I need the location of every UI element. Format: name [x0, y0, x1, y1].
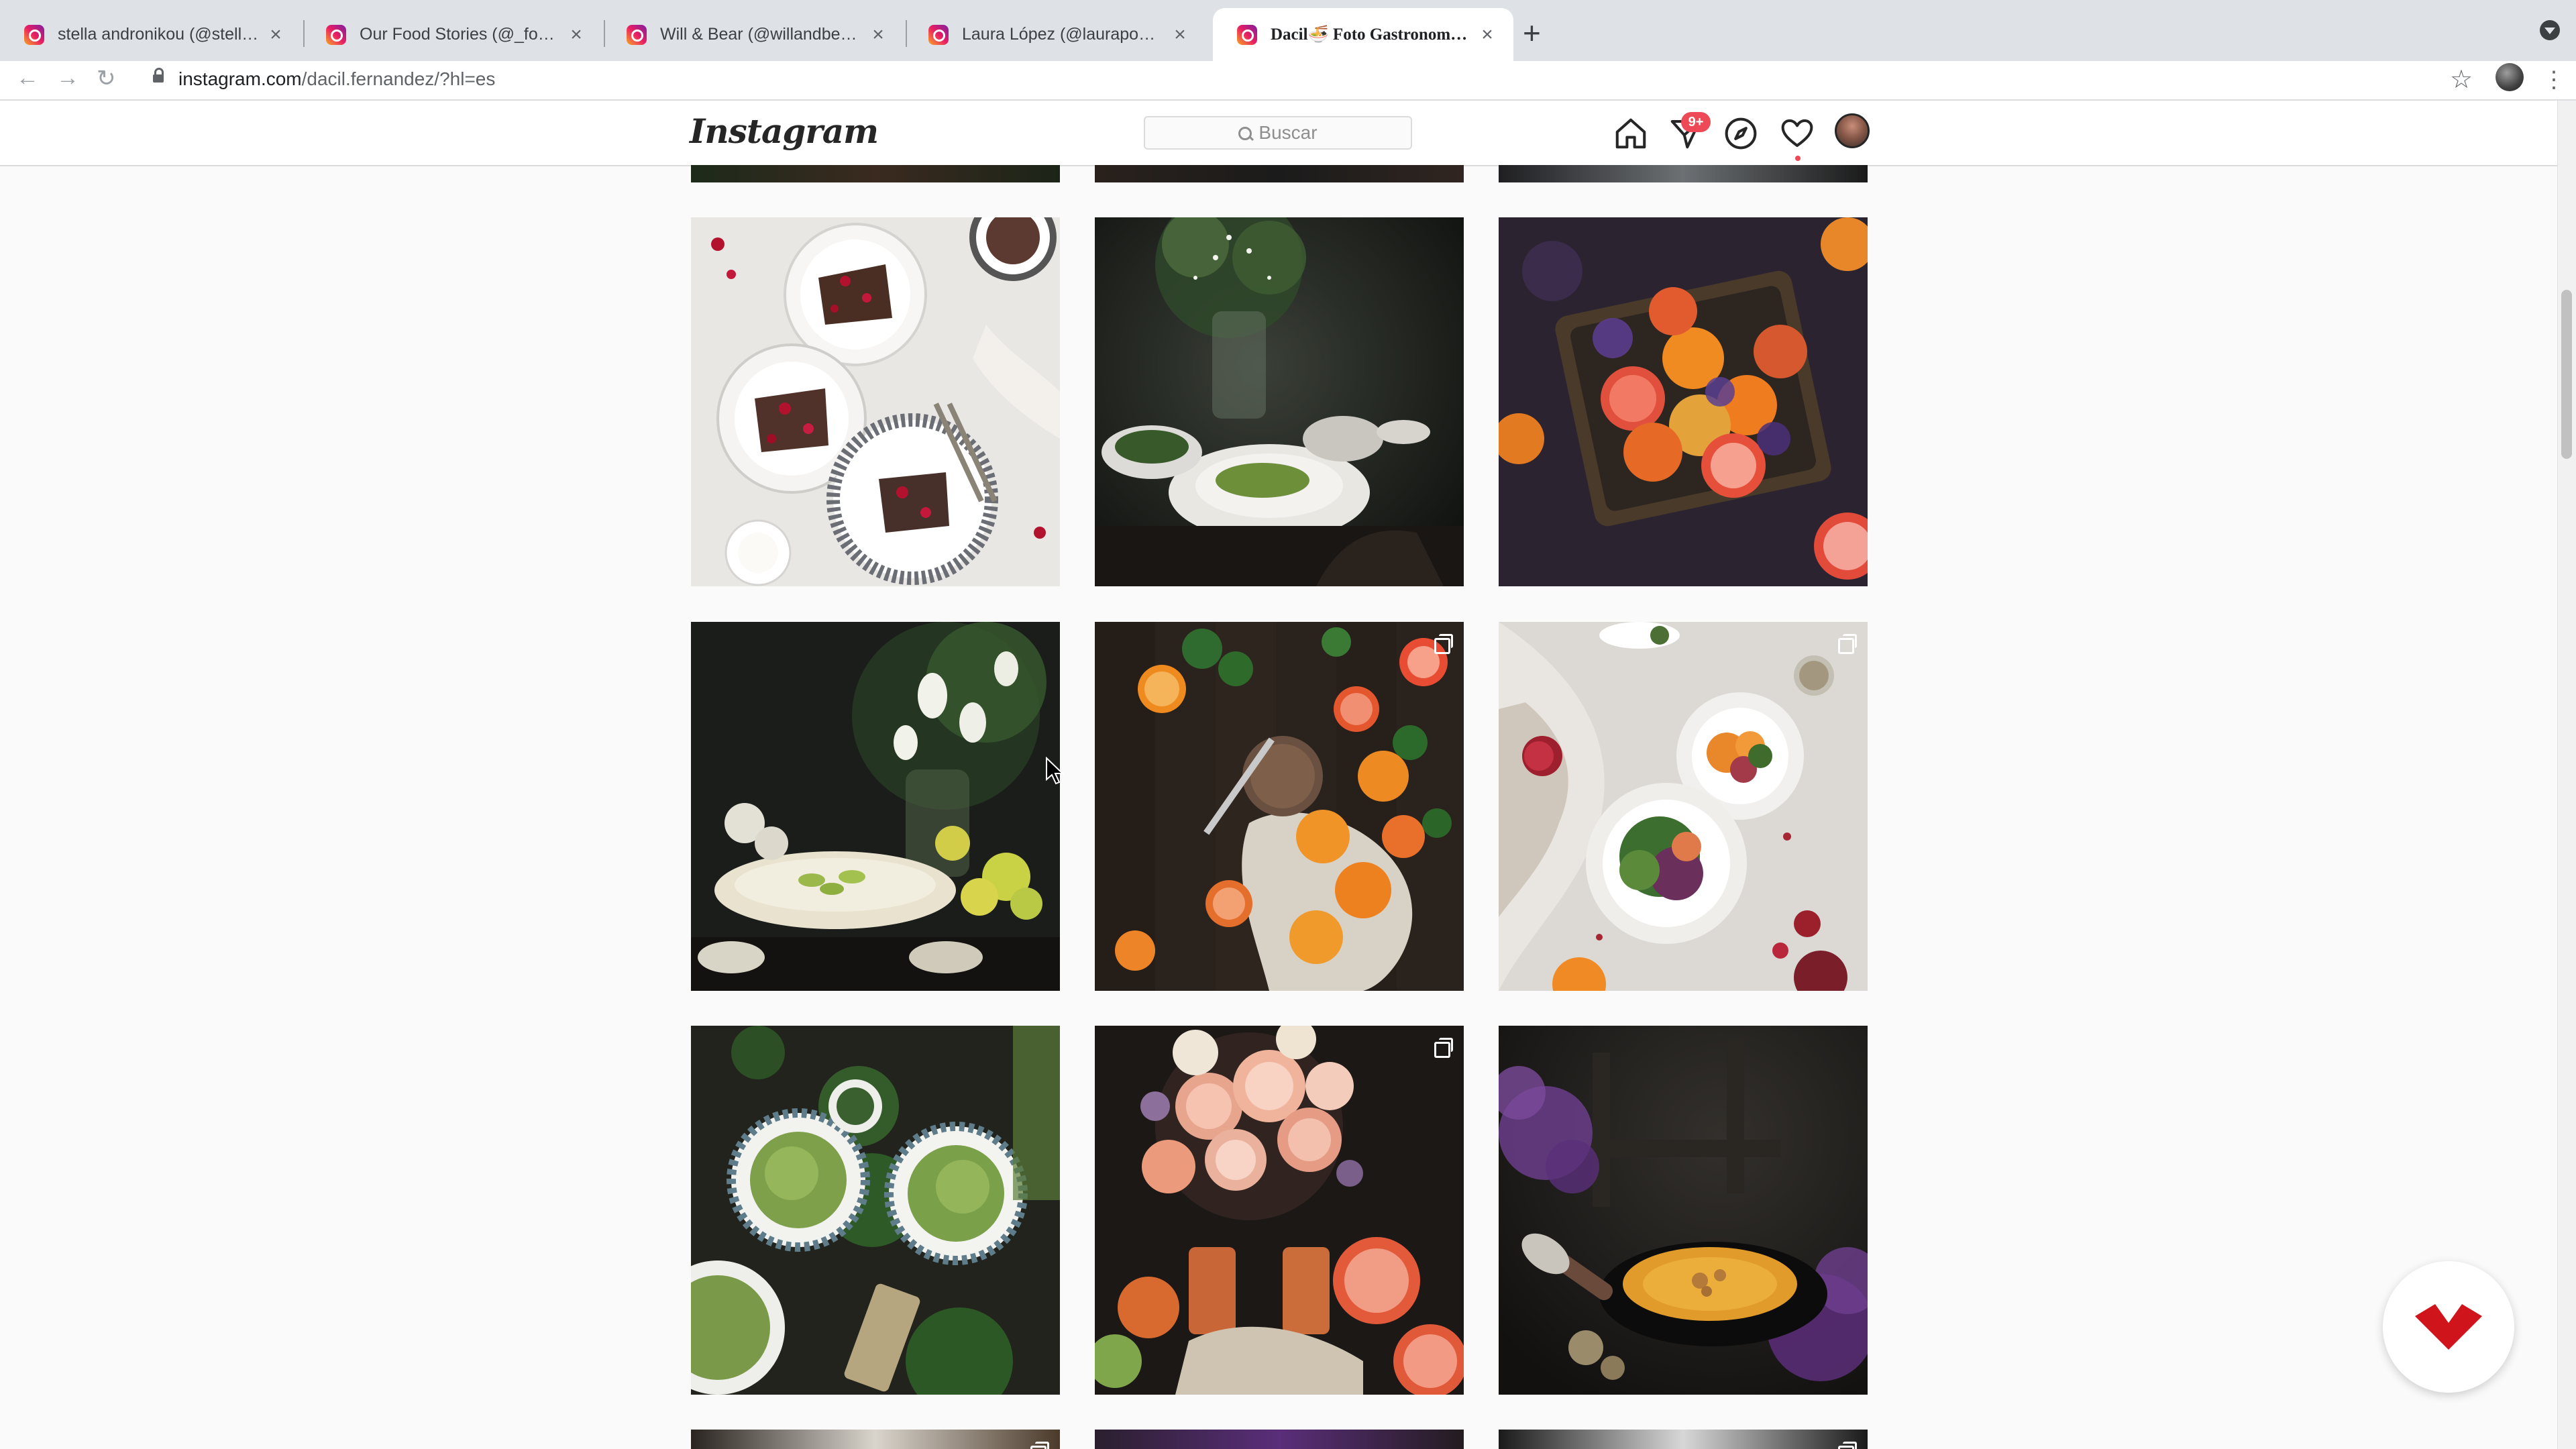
search-input[interactable]: Buscar — [1144, 116, 1412, 150]
browser-menu-icon[interactable]: ⋮ — [2542, 66, 2565, 93]
mouse-cursor-icon — [1046, 757, 1065, 785]
instagram-favicon-icon — [24, 24, 44, 45]
instagram-logo[interactable]: Instagram — [690, 111, 879, 151]
multiple-photos-icon — [1434, 634, 1453, 654]
browser-tab-strip: stella andronikou (@stellaandronikou) × … — [0, 0, 2576, 61]
tab-title: Laura López (@laurapontsi) • Fotos — [962, 25, 1163, 44]
close-tab-icon[interactable]: × — [266, 23, 286, 46]
post-image — [691, 217, 1060, 586]
back-arrow-icon[interactable]: ← — [16, 65, 39, 91]
brand-logo-icon — [2415, 1304, 2482, 1350]
activity-dot — [1795, 156, 1801, 161]
post-image — [1499, 622, 1868, 991]
forward-arrow-icon[interactable]: → — [56, 65, 79, 91]
instagram-favicon-icon — [627, 24, 647, 45]
bookmark-star-icon[interactable]: ☆ — [2450, 64, 2473, 95]
grid-post-partial[interactable] — [1095, 1430, 1464, 1449]
grid-post-5[interactable] — [1095, 622, 1464, 991]
lock-icon — [153, 68, 164, 83]
browser-tab-4[interactable]: Laura López (@laurapontsi) • Fotos × — [904, 8, 1206, 61]
tab-title: Will & Bear (@willandbear) • Fotos — [660, 25, 861, 44]
close-tab-icon[interactable]: × — [1170, 23, 1190, 46]
address-bar[interactable]: instagram.com/dacil.fernandez/?hl=es — [178, 68, 495, 90]
grid-post-partial[interactable] — [1499, 1430, 1868, 1449]
grid-post-partial[interactable] — [691, 165, 1060, 182]
grid-post-partial[interactable] — [1095, 165, 1464, 182]
grid-post-9[interactable] — [1499, 1026, 1868, 1395]
new-tab-button[interactable]: + — [1523, 15, 1541, 51]
tab-title: stella andronikou (@stellaandronikou) — [58, 25, 259, 44]
multiple-photos-icon — [1434, 1038, 1453, 1058]
browser-profile-avatar[interactable] — [2496, 63, 2524, 91]
grid-post-3[interactable] — [1499, 217, 1868, 586]
grid-post-partial[interactable] — [1499, 165, 1868, 182]
post-image — [1095, 622, 1464, 991]
tab-title: Dacil🍜 Foto Gastronomica (@dacil.fernand… — [1271, 25, 1470, 44]
search-placeholder: Buscar — [1258, 122, 1318, 143]
url-path: /dacil.fernandez/?hl=es — [301, 68, 496, 89]
post-image — [1095, 217, 1464, 586]
search-icon — [1238, 127, 1252, 140]
multiple-photos-icon — [1838, 634, 1857, 654]
post-image — [1499, 1026, 1868, 1395]
grid-post-6[interactable] — [1499, 622, 1868, 991]
explore-compass-icon[interactable] — [1723, 115, 1759, 152]
tab-title: Our Food Stories (@_foodstories_) — [360, 25, 559, 44]
instagram-header: Instagram Buscar 9+ — [0, 101, 2557, 166]
profile-avatar[interactable] — [1835, 113, 1870, 148]
home-icon[interactable] — [1613, 115, 1649, 152]
browser-tab-2[interactable]: Our Food Stories (@_foodstories_) × — [302, 8, 602, 61]
grid-post-1[interactable] — [691, 217, 1060, 586]
browser-tab-1[interactable]: stella andronikou (@stellaandronikou) × — [0, 8, 302, 61]
instagram-favicon-icon — [928, 24, 949, 45]
grid-post-partial[interactable] — [691, 1430, 1060, 1449]
close-tab-icon[interactable]: × — [868, 23, 888, 46]
post-image — [691, 622, 1060, 991]
reload-icon[interactable]: ↻ — [97, 65, 116, 92]
floating-extension-button[interactable] — [2383, 1261, 2514, 1393]
notification-badge: 9+ — [1681, 112, 1711, 132]
url-host: instagram.com — [178, 68, 302, 89]
activity-heart-icon[interactable] — [1779, 115, 1815, 152]
browser-toolbar: ← → ↻ instagram.com/dacil.fernandez/?hl=… — [0, 61, 2576, 101]
post-image — [691, 1026, 1060, 1395]
grid-post-8[interactable] — [1095, 1026, 1464, 1395]
multiple-photos-icon — [1030, 1442, 1049, 1449]
close-tab-icon[interactable]: × — [1477, 23, 1497, 46]
post-image — [1095, 1026, 1464, 1395]
multiple-photos-icon — [1838, 1442, 1857, 1449]
close-tab-icon[interactable]: × — [566, 23, 586, 46]
post-image — [1499, 217, 1868, 586]
grid-post-4[interactable] — [691, 622, 1060, 991]
grid-post-7[interactable] — [691, 1026, 1060, 1395]
scrollbar-thumb[interactable] — [2561, 290, 2572, 459]
instagram-favicon-icon — [326, 24, 346, 45]
browser-tab-3[interactable]: Will & Bear (@willandbear) • Fotos × — [602, 8, 904, 61]
chevron-down-icon — [2544, 28, 2555, 34]
grid-post-2[interactable] — [1095, 217, 1464, 586]
browser-tab-5-active[interactable]: Dacil🍜 Foto Gastronomica (@dacil.fernand… — [1213, 8, 1513, 61]
instagram-favicon-icon — [1237, 24, 1257, 45]
